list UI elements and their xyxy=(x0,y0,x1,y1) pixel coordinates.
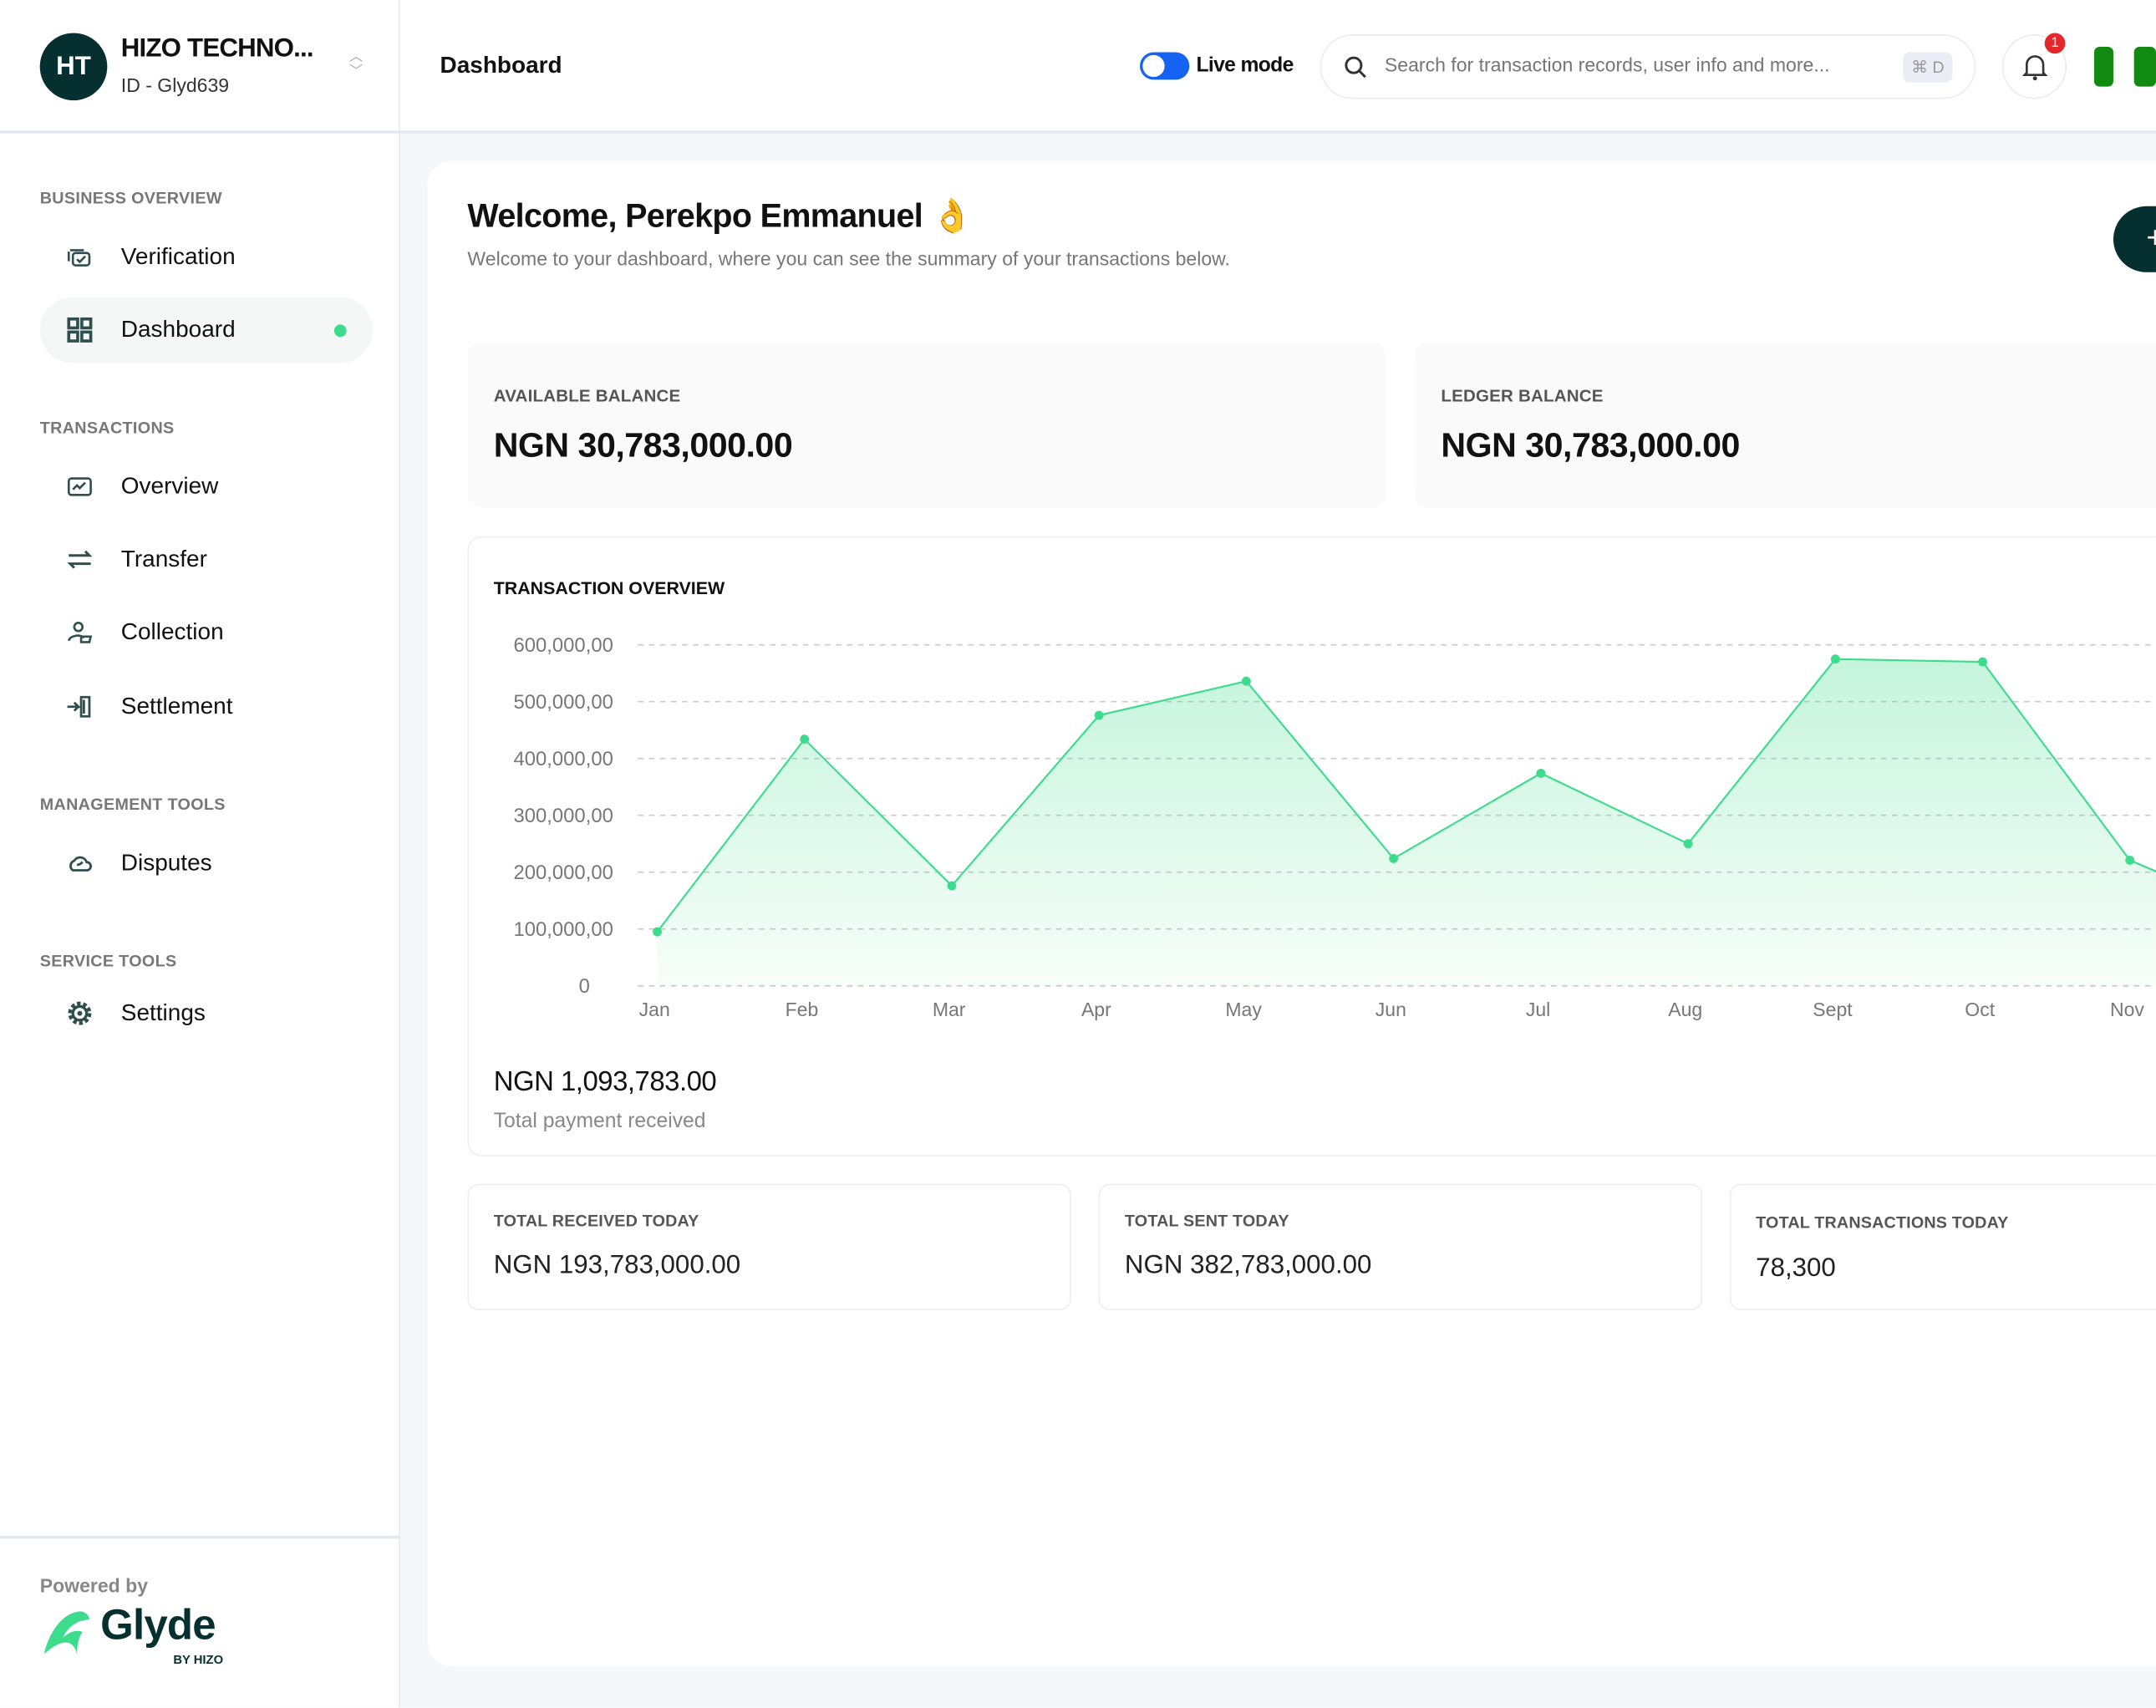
total-sent-today-card: TOTAL SENT TODAY NGN 382,783,000.00 xyxy=(1098,1183,1703,1311)
data-point xyxy=(1978,657,1987,667)
y-tick-label: 100,000,00 xyxy=(514,918,613,941)
x-tick-label: Feb xyxy=(786,999,819,1020)
data-point xyxy=(1830,654,1840,664)
x-tick-label: Oct xyxy=(1965,999,1995,1020)
app-root: HT HIZO TECHNO... ID - Glyd639 ︿ ﹀ BUSINE… xyxy=(0,0,2156,1708)
y-tick-label: 500,000,00 xyxy=(514,691,613,714)
area-fill xyxy=(657,658,2156,986)
x-tick-label: May xyxy=(1225,999,1262,1020)
data-point xyxy=(1683,839,1693,849)
stat-value: NGN 193,783,000.00 xyxy=(493,1251,741,1280)
x-tick-label: Apr xyxy=(1081,999,1111,1020)
stat-label: TOTAL RECEIVED TODAY xyxy=(493,1211,699,1231)
transaction-overview-chart: 0 100,000,00 200,000,00 300,000,00 400,000,0… xyxy=(514,634,2156,1020)
y-tick-label: 300,000,00 xyxy=(514,805,613,827)
x-tick-label: Nov xyxy=(2110,999,2144,1020)
stat-value: 78,300 xyxy=(1756,1253,1836,1284)
stat-label: TOTAL TRANSACTIONS TODAY xyxy=(1756,1212,2009,1233)
y-tick-label: 0 xyxy=(579,975,590,998)
x-tick-label: Aug xyxy=(1668,999,1702,1020)
stat-label: TOTAL SENT TODAY xyxy=(1124,1211,1289,1231)
x-tick-label: Jan xyxy=(639,999,670,1020)
y-tick-label: 600,000,00 xyxy=(514,634,613,657)
data-point xyxy=(2125,856,2135,865)
data-point xyxy=(1389,853,1399,863)
data-point xyxy=(947,881,957,891)
x-tick-label: Jul xyxy=(1526,999,1550,1020)
data-point xyxy=(800,735,810,745)
stat-value: NGN 382,783,000.00 xyxy=(1124,1251,1372,1280)
total-transactions-today-card: TOTAL TRANSACTIONS TODAY 78,300 xyxy=(1729,1183,2156,1311)
y-tick-label: 200,000,00 xyxy=(514,862,613,884)
total-received-today-card: TOTAL RECEIVED TODAY NGN 193,783,000.00 xyxy=(467,1183,1071,1311)
x-tick-label: Mar xyxy=(933,999,966,1020)
x-tick-label: Jun xyxy=(1375,999,1406,1020)
data-point xyxy=(653,927,662,937)
x-tick-label: Sept xyxy=(1813,999,1853,1020)
y-tick-label: 400,000,00 xyxy=(514,748,613,770)
data-point xyxy=(1536,768,1546,778)
data-point xyxy=(1094,710,1104,720)
data-point xyxy=(1241,676,1251,686)
